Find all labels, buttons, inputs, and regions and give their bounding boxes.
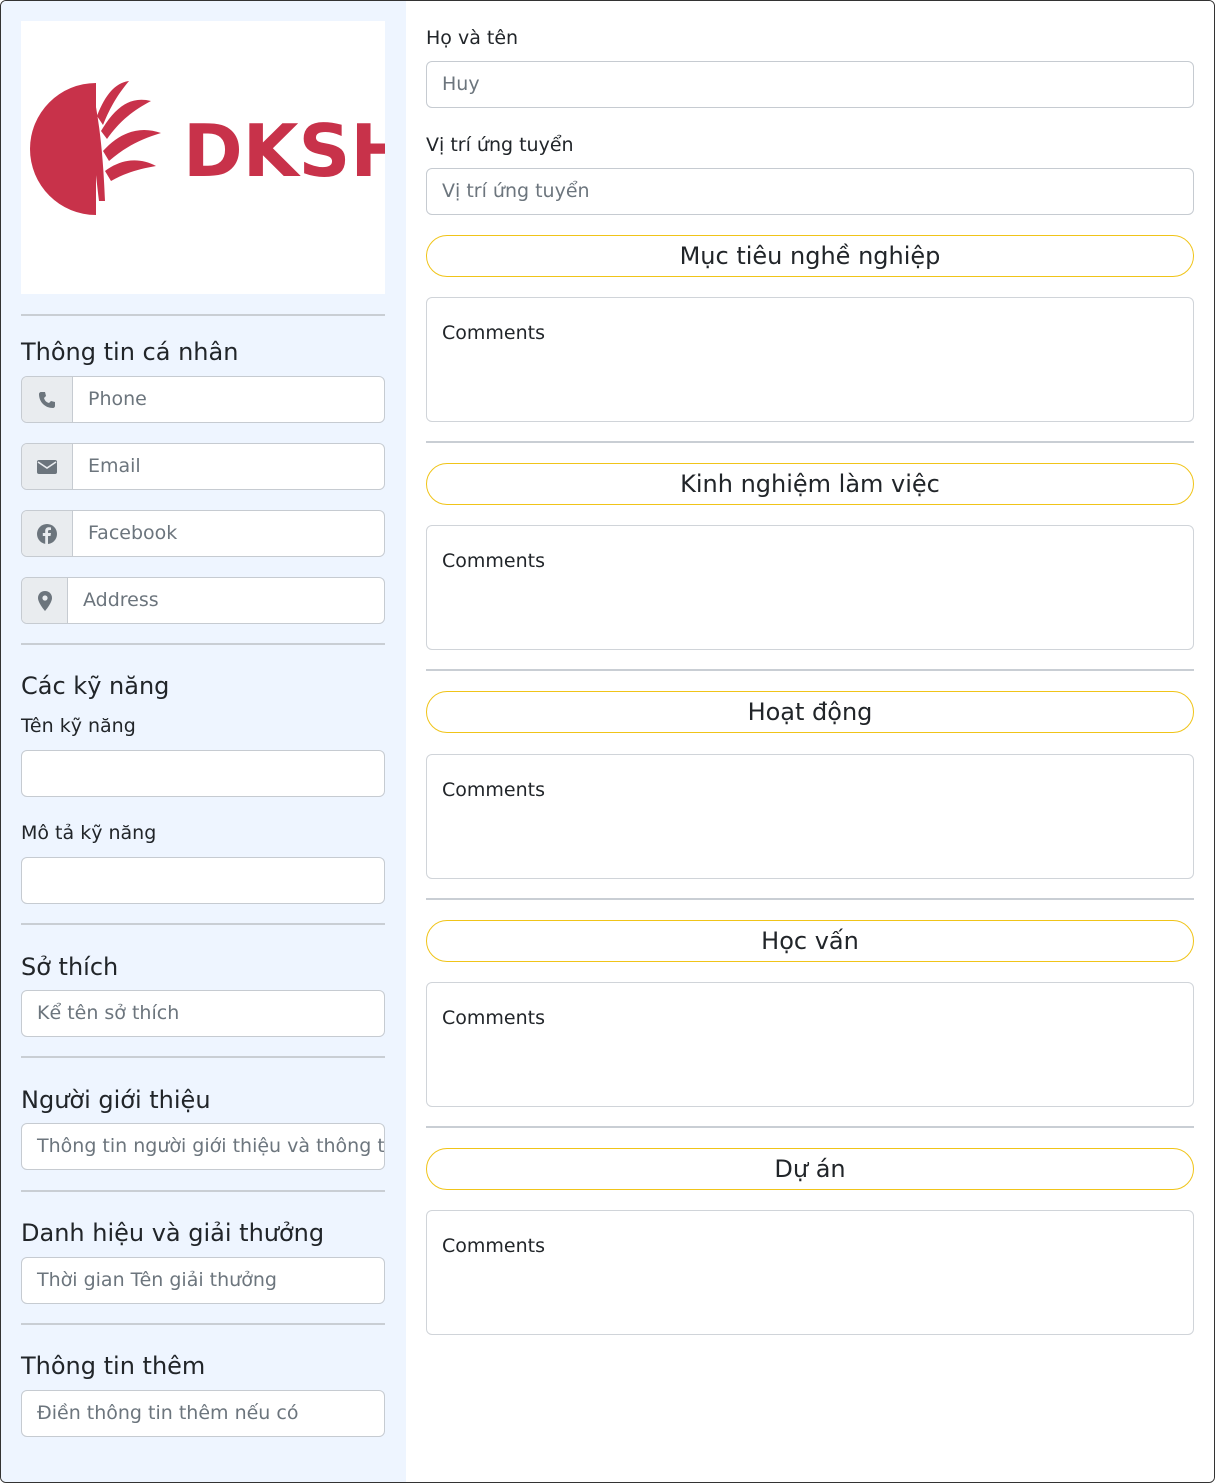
email-input[interactable]: Email (73, 444, 384, 489)
divider (21, 1323, 385, 1325)
facebook-field[interactable]: Facebook (21, 510, 385, 557)
fullname-label: Họ và tên (426, 27, 519, 49)
facebook-addon (22, 511, 73, 556)
comment-box-education[interactable]: Comments (426, 982, 1194, 1107)
phone-input[interactable]: Phone (73, 377, 384, 422)
extra-info-title: Thông tin thêm (21, 1352, 206, 1380)
fullname-value: Huy (442, 73, 480, 95)
referrer-placeholder: Thông tin người giới thiệu và thông t (37, 1135, 385, 1157)
position-placeholder: Vị trí ứng tuyển (442, 180, 590, 202)
hobbies-title: Sở thích (21, 953, 119, 981)
skills-title: Các kỹ năng (21, 672, 170, 700)
divider (21, 923, 385, 925)
company-logo[interactable]: DKSH (21, 21, 385, 294)
phone-addon (22, 377, 73, 422)
hobbies-input[interactable]: Kể tên sở thích (21, 990, 385, 1037)
extra-info-input[interactable]: Điền thông tin thêm nếu có (21, 1390, 385, 1437)
fullname-input[interactable]: Huy (426, 61, 1194, 108)
position-label: Vị trí ứng tuyển (426, 134, 574, 156)
facebook-icon (37, 523, 57, 544)
skill-desc-input[interactable] (21, 857, 385, 904)
cv-editor: DKSH Thông tin cá nhân Phone Email (0, 0, 1215, 1483)
comment-box-projects[interactable]: Comments (426, 1210, 1194, 1335)
phone-field[interactable]: Phone (21, 376, 385, 423)
divider (426, 669, 1194, 671)
section-header-work-experience: Kinh nghiệm làm việc (426, 463, 1194, 505)
divider (426, 898, 1194, 900)
map-marker-icon (37, 590, 52, 611)
section-header-education: Học vấn (426, 920, 1194, 962)
divider (21, 314, 385, 316)
divider (21, 1190, 385, 1192)
address-input[interactable]: Address (68, 578, 384, 623)
divider (426, 441, 1194, 443)
address-addon (22, 578, 68, 623)
personal-info-title: Thông tin cá nhân (21, 338, 239, 366)
phone-icon (39, 391, 55, 408)
awards-placeholder: Thời gian Tên giải thưởng (37, 1269, 277, 1291)
hobbies-placeholder: Kể tên sở thích (37, 1002, 180, 1024)
section-header-projects: Dự án (426, 1148, 1194, 1190)
facebook-input[interactable]: Facebook (73, 511, 384, 556)
comment-box-activities[interactable]: Comments (426, 754, 1194, 879)
awards-title: Danh hiệu và giải thưởng (21, 1219, 325, 1247)
section-header-activities: Hoạt động (426, 691, 1194, 733)
section-header-career-goal: Mục tiêu nghề nghiệp (426, 235, 1194, 277)
divider (426, 1126, 1194, 1128)
logo-text: DKSH (183, 109, 385, 193)
skill-name-label: Tên kỹ năng (21, 715, 136, 737)
skill-desc-label: Mô tả kỹ năng (21, 822, 157, 844)
referrer-title: Người giới thiệu (21, 1086, 211, 1114)
main-content: Họ và tên Huy Vị trí ứng tuyển Vị trí ứn… (406, 1, 1214, 1482)
comment-box-work-experience[interactable]: Comments (426, 525, 1194, 650)
email-addon (22, 444, 73, 489)
skill-name-input[interactable] (21, 750, 385, 797)
referrer-input[interactable]: Thông tin người giới thiệu và thông t (21, 1123, 385, 1170)
comment-box-career-goal[interactable]: Comments (426, 297, 1194, 422)
awards-input[interactable]: Thời gian Tên giải thưởng (21, 1257, 385, 1304)
address-field[interactable]: Address (21, 577, 385, 624)
email-field[interactable]: Email (21, 443, 385, 490)
position-input[interactable]: Vị trí ứng tuyển (426, 168, 1194, 215)
divider (21, 643, 385, 645)
envelope-icon (37, 459, 57, 474)
extra-info-placeholder: Điền thông tin thêm nếu có (37, 1402, 299, 1424)
divider (21, 1056, 385, 1058)
sidebar: DKSH Thông tin cá nhân Phone Email (1, 1, 406, 1482)
